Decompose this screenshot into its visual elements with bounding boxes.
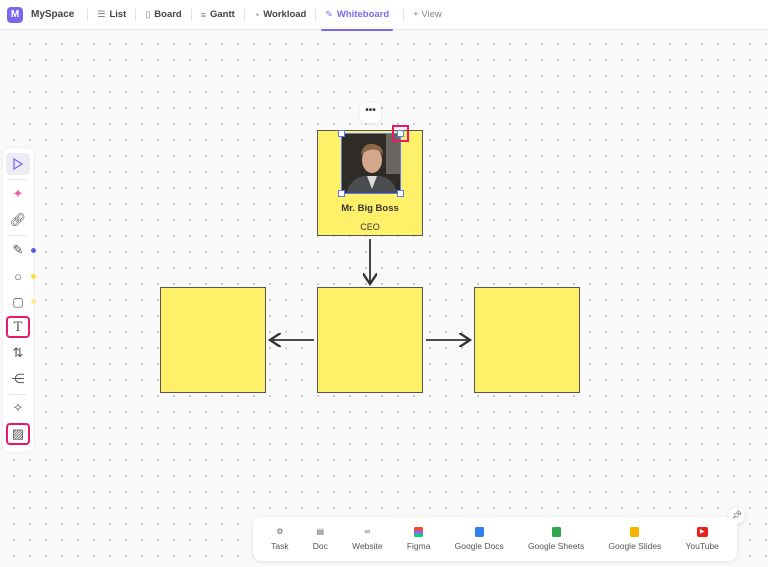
embed-label: Google Slides	[608, 541, 662, 551]
embed-label: Doc	[312, 541, 328, 551]
embed-label: Task	[271, 541, 289, 551]
embed-label: Google Sheets	[527, 541, 585, 551]
youtube-icon: ▶	[696, 527, 708, 537]
embed-website[interactable]: ∞ Website	[352, 527, 383, 551]
link-icon: ∞	[364, 527, 371, 536]
embed-label: Website	[352, 541, 383, 551]
embed-youtube[interactable]: ▶ YouTube	[686, 527, 719, 551]
figma-icon	[414, 527, 424, 537]
embed-figma[interactable]: Figma	[406, 527, 431, 551]
google-docs-icon	[474, 527, 484, 537]
embed-google-slides[interactable]: Google Slides	[608, 527, 661, 551]
google-slides-icon	[630, 527, 640, 537]
embed-label: Google Docs	[454, 541, 504, 551]
embed-google-docs[interactable]: Google Docs	[455, 527, 504, 551]
doc-icon: ▤	[316, 527, 325, 536]
task-icon: ⚙	[276, 527, 284, 536]
connector-arrows	[0, 239, 768, 567]
embed-task[interactable]: ⚙ Task	[271, 527, 288, 551]
embed-bar: ⚙ Task ▤ Doc ∞ Website Figma Google Docs Go…	[253, 517, 737, 561]
embed-google-sheets[interactable]: Google Sheets	[528, 527, 584, 551]
embed-doc[interactable]: ▤ Doc	[313, 527, 328, 551]
google-sheets-icon	[551, 527, 561, 537]
embed-label: YouTube	[685, 541, 719, 551]
embed-label: Figma	[406, 541, 431, 551]
